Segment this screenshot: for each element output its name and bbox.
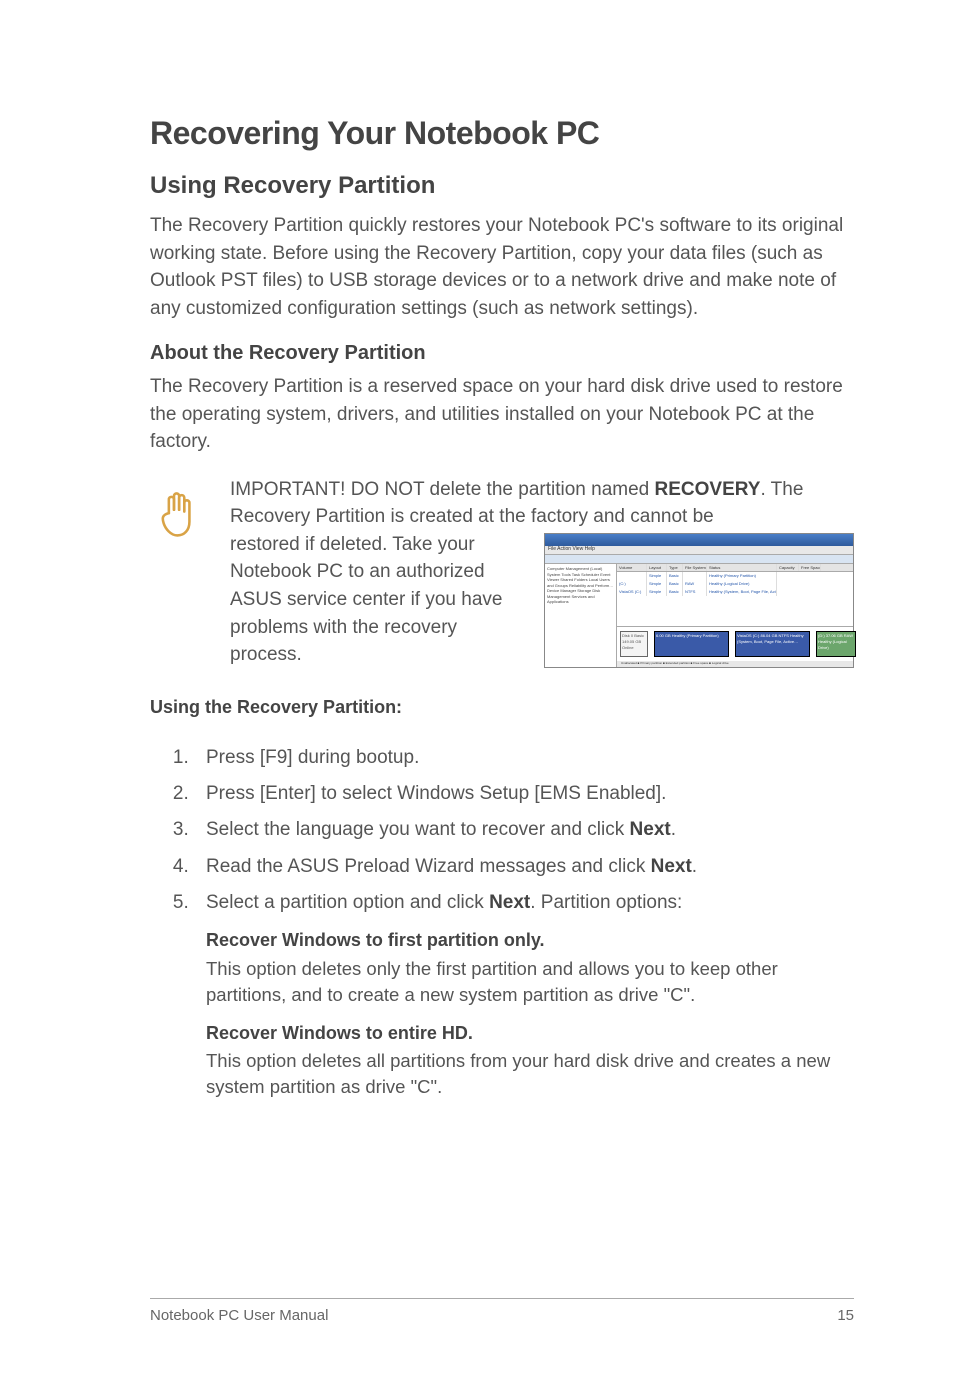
option-1-title: Recover Windows to first partition only. xyxy=(206,925,854,956)
section-using-recovery-body: The Recovery Partition quickly restores … xyxy=(150,212,854,322)
page-title: Recovering Your Notebook PC xyxy=(150,115,854,152)
screenshot-main: Volume Layout Type File System Status Ca… xyxy=(617,564,853,667)
disk-label: Disk 0 Basic 149.05 GB Online xyxy=(620,631,648,657)
screenshot-disk-layout: Disk 0 Basic 149.05 GB Online 6.00 GB He… xyxy=(617,626,853,661)
option-2-body: This option deletes all partitions from … xyxy=(206,1048,854,1100)
step-3: Select the language you want to recover … xyxy=(194,814,854,846)
step-2: Press [Enter] to select Windows Setup [E… xyxy=(194,778,854,810)
col-free: Free Space xyxy=(799,564,821,571)
col-status: Status xyxy=(707,564,777,571)
screenshot-table: Volume Layout Type File System Status Ca… xyxy=(617,564,853,614)
step-1: Press [F9] during bootup. xyxy=(194,742,854,774)
section-about-body: The Recovery Partition is a reserved spa… xyxy=(150,373,854,456)
option-1-body: This option deletes only the first parti… xyxy=(206,956,854,1008)
important-text-line1: IMPORTANT! DO NOT delete the partition n… xyxy=(230,476,854,531)
important-recovery-word: RECOVERY xyxy=(655,479,761,500)
col-cap: Capacity xyxy=(777,564,799,571)
screenshot-legend: Unallocated ■ Primary partition ■ Extend… xyxy=(617,661,853,667)
section-about-title: About the Recovery Partition xyxy=(150,342,854,365)
screenshot-titlebar xyxy=(545,534,853,546)
section-using-recovery-title: Using Recovery Partition xyxy=(150,172,854,200)
hand-icon xyxy=(150,484,220,554)
steps-heading: Using the Recovery Partition: xyxy=(150,697,854,718)
disk-part2: VistaOS (C:) 86.04 GB NTFS Healthy (Syst… xyxy=(735,631,810,657)
footer-manual-name: Notebook PC User Manual xyxy=(150,1307,328,1324)
screenshot-toolbar xyxy=(545,554,853,564)
screenshot-menu: File Action View Help xyxy=(545,546,853,554)
col-fs: File System xyxy=(683,564,707,571)
col-type: Type xyxy=(667,564,683,571)
option-2-title: Recover Windows to entire HD. xyxy=(206,1018,854,1049)
disk-management-screenshot: File Action View Help Computer Managemen… xyxy=(544,533,854,668)
disk-part1: 6.00 GB Healthy (Primary Partition) xyxy=(654,631,729,657)
important-note: IMPORTANT! DO NOT delete the partition n… xyxy=(150,476,854,669)
step-5: Select a partition option and click Next… xyxy=(194,887,854,1100)
page-footer: Notebook PC User Manual 15 xyxy=(150,1298,854,1324)
important-prefix: IMPORTANT! DO NOT delete the partition n… xyxy=(230,479,655,500)
steps-list: Press [F9] during bootup. Press [Enter] … xyxy=(150,742,854,1100)
screenshot-sidebar: Computer Management (Local) System Tools… xyxy=(545,564,617,667)
disk-part3: (D:) 37.06 GB RAW Healthy (Logical Drive… xyxy=(816,631,856,657)
step-4: Read the ASUS Preload Wizard messages an… xyxy=(194,851,854,883)
important-suffix2: restored if deleted. Take your Notebook … xyxy=(230,531,538,669)
col-layout: Layout xyxy=(647,564,667,571)
footer-page-number: 15 xyxy=(837,1307,854,1324)
col-volume: Volume xyxy=(617,564,647,571)
